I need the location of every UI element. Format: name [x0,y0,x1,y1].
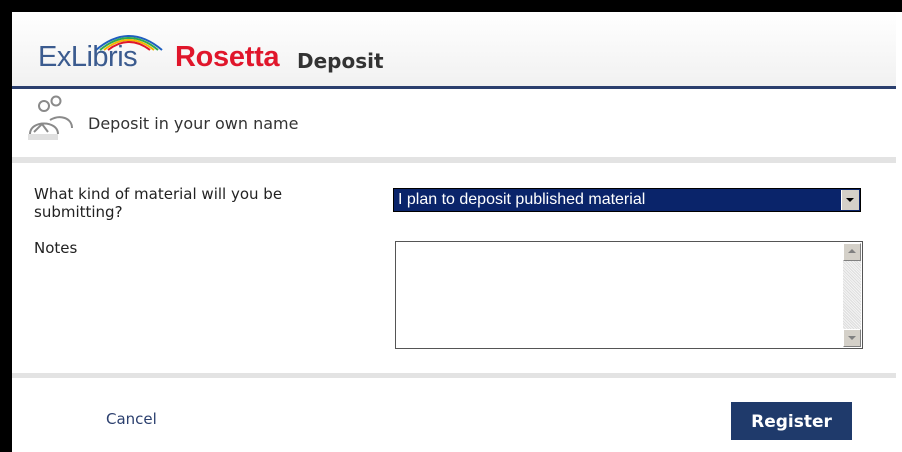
header: ExLibris Rosetta Deposit [12,12,896,86]
brand-logo: ExLibris Rosetta Deposit [38,28,438,78]
subheader-title: Deposit in your own name [88,114,299,133]
dropdown-button[interactable] [841,190,859,210]
top-border [0,0,902,12]
arrow-up-icon [848,249,856,253]
cancel-link[interactable]: Cancel [106,410,157,428]
subheader: Deposit in your own name [12,89,896,157]
footer-divider [12,373,896,378]
app-frame: ExLibris Rosetta Deposit Deposit in your… [0,0,902,452]
deposit-window: ExLibris Rosetta Deposit Deposit in your… [12,12,896,452]
scroll-down-button[interactable] [843,329,861,347]
notes-textarea[interactable] [395,241,863,349]
scroll-up-button[interactable] [843,243,861,261]
chevron-down-icon [846,198,854,202]
deposit-form: What kind of material will you be submit… [12,163,896,373]
material-select[interactable]: I plan to deposit published material [393,188,861,212]
register-button[interactable]: Register [731,402,852,440]
material-select-value: I plan to deposit published material [398,191,646,208]
brand-deposit: Deposit [297,49,384,73]
notes-scrollbar[interactable] [843,243,861,347]
arrow-down-icon [848,336,856,340]
material-question-label: What kind of material will you be submit… [34,185,283,221]
left-border [0,0,12,452]
notes-label: Notes [34,239,78,257]
brand-rosetta: Rosetta [175,41,280,73]
users-icon [28,95,73,140]
brand-exlibris: ExLibris [38,41,138,73]
